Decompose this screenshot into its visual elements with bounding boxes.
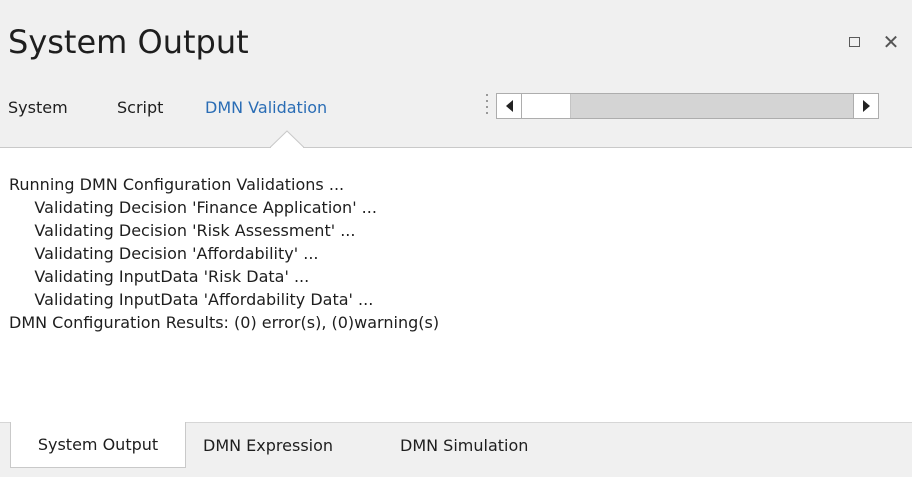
- tab-scrollbar[interactable]: [496, 93, 879, 119]
- log-line: DMN Configuration Results: (0) error(s),…: [9, 313, 440, 332]
- arrow-right-icon: [862, 100, 870, 112]
- bottom-tab-bar: System Output DMN Expression DMN Simulat…: [0, 422, 912, 477]
- scroll-thumb[interactable]: [522, 94, 571, 118]
- log-line: Validating InputData 'Affordability Data…: [9, 290, 374, 309]
- output-log[interactable]: Running DMN Configuration Validations ..…: [0, 164, 912, 422]
- tab-strip-grip[interactable]: [486, 94, 489, 118]
- log-line: Running DMN Configuration Validations ..…: [9, 175, 345, 194]
- arrow-left-icon: [505, 100, 513, 112]
- tab-dmn-simulation[interactable]: DMN Simulation: [400, 423, 528, 469]
- window-title: System Output: [8, 23, 249, 61]
- tab-separator: [0, 147, 912, 148]
- close-icon: ✕: [882, 30, 900, 54]
- scroll-left-button[interactable]: [497, 94, 522, 118]
- log-line: Validating Decision 'Affordability' ...: [9, 244, 319, 263]
- title-bar: System Output ✕: [0, 0, 912, 86]
- tab-dmn-expression[interactable]: DMN Expression: [203, 423, 333, 469]
- maximize-icon: [848, 37, 860, 47]
- tab-script[interactable]: Script: [117, 95, 163, 121]
- tab-system[interactable]: System: [8, 95, 68, 121]
- maximize-button[interactable]: [844, 32, 864, 52]
- tab-dmn-validation[interactable]: DMN Validation: [205, 95, 327, 121]
- tab-system-output[interactable]: System Output: [10, 422, 186, 468]
- log-line: Validating Decision 'Finance Application…: [9, 198, 377, 217]
- active-tab-indicator: [270, 130, 304, 148]
- log-line: Validating Decision 'Risk Assessment' ..…: [9, 221, 356, 240]
- scroll-right-button[interactable]: [853, 94, 878, 118]
- log-line: Validating InputData 'Risk Data' ...: [9, 267, 310, 286]
- system-output-panel: System Output ✕ System Script DMN Valida…: [0, 0, 912, 477]
- close-button[interactable]: ✕: [881, 32, 901, 52]
